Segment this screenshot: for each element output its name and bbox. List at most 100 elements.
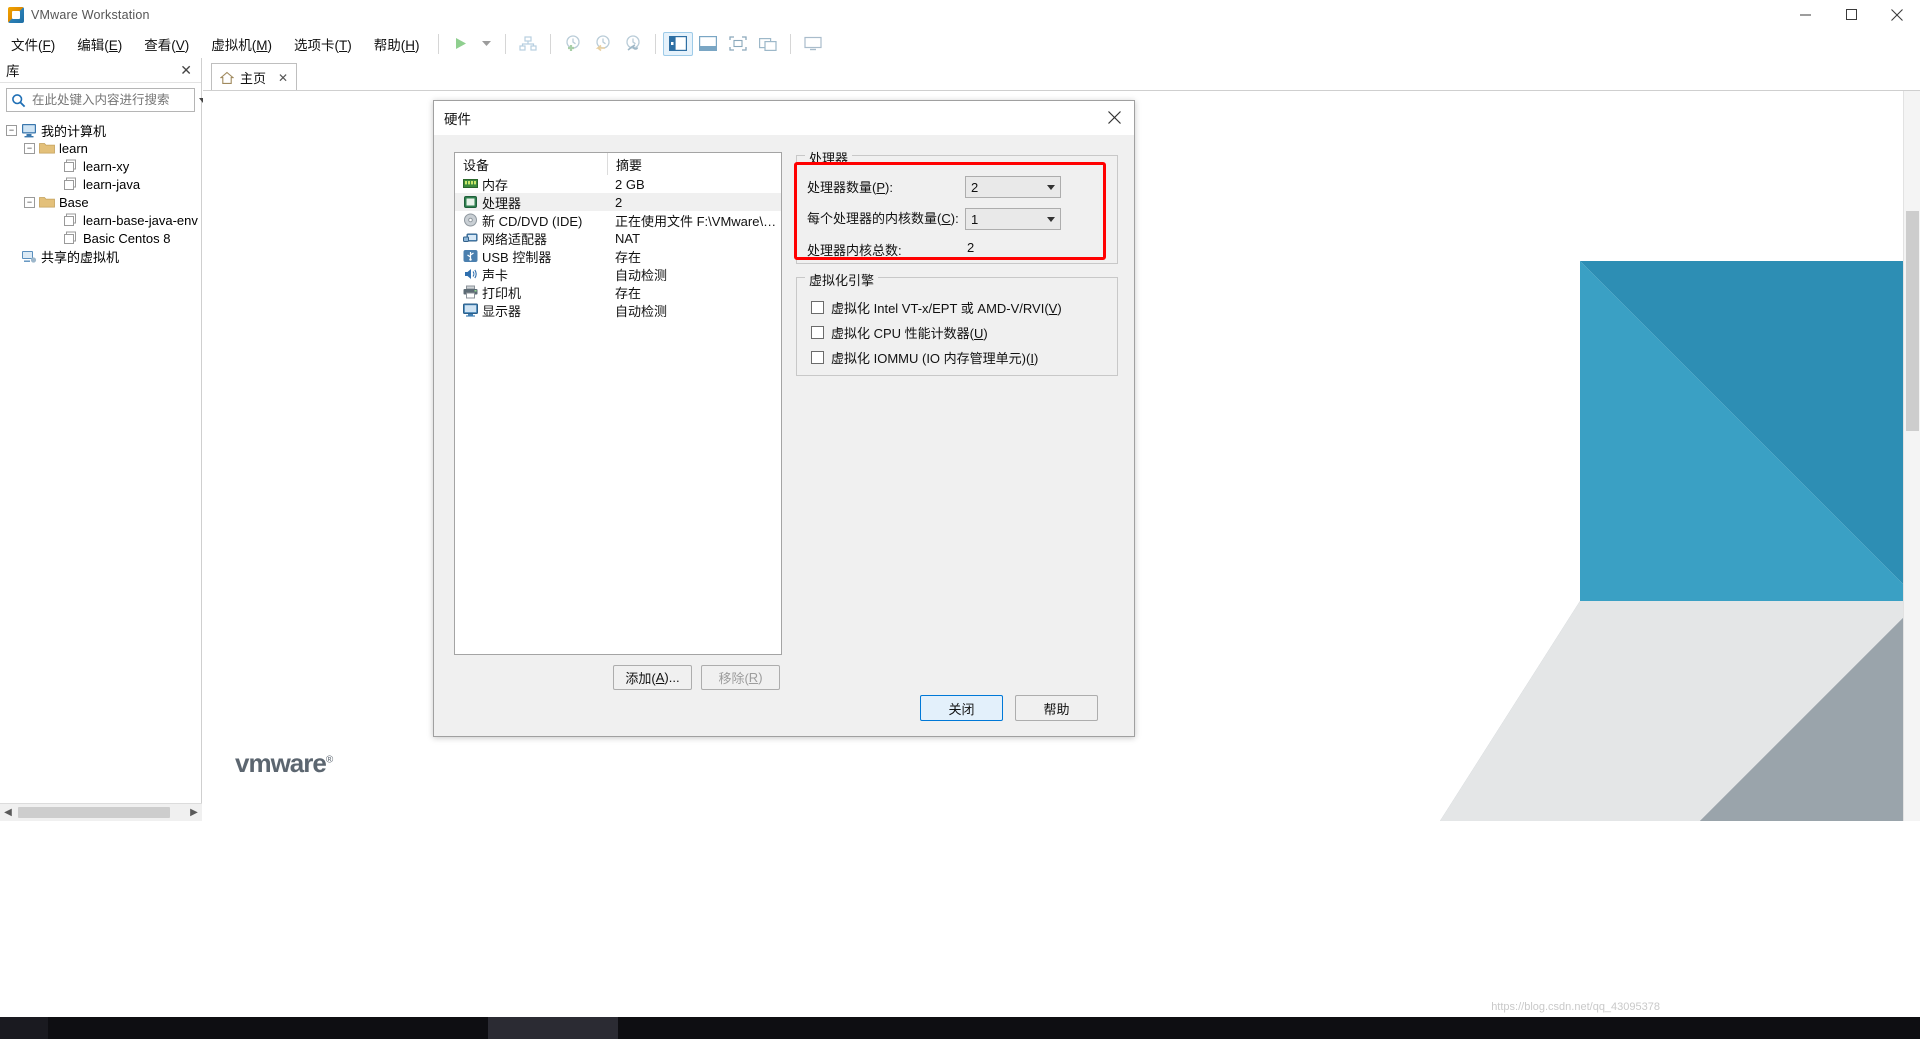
tree-item-shared-vms[interactable]: 共享的虚拟机 [0, 247, 201, 265]
vm-icon [63, 231, 79, 246]
menu-help[interactable]: 帮助(H) [363, 30, 431, 58]
processor-count-label: 处理器数量(P): [807, 177, 893, 196]
menu-tabs[interactable]: 选项卡(T) [283, 30, 363, 58]
folder-icon [39, 141, 55, 156]
menu-vm[interactable]: 虚拟机(M) [200, 30, 283, 58]
library-sidebar: 库 ✕ − 我的计算机 − learn l [0, 58, 207, 821]
close-icon[interactable]: ✕ [278, 71, 288, 85]
close-icon[interactable] [1094, 101, 1134, 135]
taskbar-start-area[interactable] [0, 1017, 48, 1039]
tree-item-learn-xy[interactable]: learn-xy [0, 157, 201, 175]
sidebar-horizontal-scrollbar[interactable]: ◀ ▶ [0, 803, 202, 821]
device-name: 内存 [482, 177, 509, 193]
tree-item-my-computer[interactable]: − 我的计算机 [0, 121, 201, 139]
virtualize-cpu-counters-row[interactable]: 虚拟化 CPU 性能计数器(U) [811, 323, 988, 342]
table-row[interactable]: 内存 2 GB [455, 175, 781, 193]
close-icon[interactable] [1874, 0, 1920, 30]
vmware-logo-text: vmware [235, 748, 327, 778]
cores-per-processor-combobox[interactable]: 1 [965, 208, 1061, 230]
device-name: 处理器 [482, 195, 522, 211]
menu-view[interactable]: 查看(V) [133, 30, 200, 58]
expander-icon[interactable]: − [6, 124, 17, 136]
vm-icon [63, 177, 79, 192]
virtualize-vtx-ept-label: 虚拟化 Intel VT-x/EPT 或 AMD-V/RVI(V) [831, 298, 1062, 317]
chevron-down-icon[interactable] [1042, 209, 1060, 229]
help-button[interactable]: 帮助 [1015, 695, 1098, 721]
tree-item-base-folder[interactable]: − Base [0, 193, 201, 211]
device-name: USB 控制器 [482, 249, 552, 265]
window-title: VMware Workstation [31, 7, 150, 22]
expander-icon[interactable]: − [24, 142, 35, 154]
table-row[interactable]: USB 控制器 存在 [455, 247, 781, 265]
summary-cell: 存在 [615, 285, 642, 301]
processor-count-combobox[interactable]: 2 [965, 176, 1061, 198]
virtualization-group-legend: 虚拟化引擎 [805, 270, 879, 289]
table-row[interactable]: 处理器 2 [455, 193, 781, 211]
menu-edit-accel: E [108, 37, 118, 53]
table-row[interactable]: 显示器 自动检测 [455, 301, 781, 319]
device-cell: USB 控制器 [455, 247, 607, 266]
checkbox-virtualize-iommu[interactable] [811, 351, 824, 364]
tree-item-learn-folder[interactable]: − learn [0, 139, 201, 157]
dialog-title: 硬件 [444, 111, 471, 127]
device-table[interactable]: 设备 摘要 内存 2 GB 处理器 2 新 CD/DVD (IDE) 正在使用文… [454, 152, 782, 655]
processor-count-accel: P [876, 180, 886, 195]
console-view-icon[interactable] [798, 32, 828, 56]
menu-edit[interactable]: 编辑(E) [66, 30, 133, 58]
tree-item-label: Base [59, 194, 89, 210]
processor-group-legend: 处理器 [805, 148, 853, 167]
take-snapshot-icon[interactable] [558, 32, 588, 56]
minimize-icon[interactable] [1782, 0, 1828, 30]
scrollbar-thumb[interactable] [18, 807, 170, 818]
scroll-left-icon[interactable]: ◀ [0, 805, 16, 821]
checkbox-virtualize-vtx-ept[interactable] [811, 301, 824, 314]
revert-snapshot-icon[interactable] [588, 32, 618, 56]
total-cores-label: 处理器内核总数: [807, 243, 902, 258]
manage-snapshots-icon[interactable] [513, 32, 543, 56]
checkbox-virtualize-cpu-counters[interactable] [811, 326, 824, 339]
virtualize-vtx-ept-row[interactable]: 虚拟化 Intel VT-x/EPT 或 AMD-V/RVI(V) [811, 298, 1062, 317]
device-name: 打印机 [482, 285, 522, 301]
taskbar-window-button[interactable] [488, 1017, 618, 1039]
menu-bar: 文件(F) 编辑(E) 查看(V) 虚拟机(M) 选项卡(T) 帮助(H) [0, 30, 1920, 58]
tab-home[interactable]: 主页 ✕ [211, 63, 298, 91]
menu-file[interactable]: 文件(F) [0, 30, 66, 58]
device-cell: 打印机 [455, 283, 607, 302]
scroll-right-icon[interactable]: ▶ [186, 805, 202, 821]
power-on-icon[interactable] [446, 32, 476, 56]
chevron-down-icon[interactable] [1042, 177, 1060, 197]
maximize-icon[interactable] [1828, 0, 1874, 30]
full-screen-icon[interactable] [723, 32, 753, 56]
table-row[interactable]: 新 CD/DVD (IDE) 正在使用文件 F:\VMware\Ce… [455, 211, 781, 229]
snapshot-manager-icon[interactable] [618, 32, 648, 56]
expander-icon[interactable]: − [24, 196, 35, 208]
table-row[interactable]: 声卡 自动检测 [455, 265, 781, 283]
device-cell: 网络适配器 [455, 229, 607, 248]
show-thumbnail-bar-icon[interactable] [693, 32, 723, 56]
table-row[interactable]: 网络适配器 NAT [455, 229, 781, 247]
cores-label-post: ): [950, 211, 959, 226]
device-name: 声卡 [482, 267, 509, 283]
device-name: 显示器 [482, 303, 522, 319]
total-cores-label-row: 处理器内核总数: [807, 240, 902, 259]
tree-item-learn-base-java-env[interactable]: learn-base-java-env [0, 211, 201, 229]
search-input[interactable] [30, 92, 195, 108]
tree-item-basic-centos-8[interactable]: Basic Centos 8 [0, 229, 201, 247]
scrollbar-thumb[interactable] [1906, 211, 1919, 431]
unity-mode-icon[interactable] [753, 32, 783, 56]
show-library-icon[interactable] [662, 31, 693, 56]
tree-item-learn-java[interactable]: learn-java [0, 175, 201, 193]
chevron-down-icon[interactable] [476, 32, 498, 56]
virtualize-cpu-counters-label: 虚拟化 CPU 性能计数器(U) [831, 323, 988, 342]
search-box[interactable] [6, 88, 207, 112]
canvas-vertical-scrollbar[interactable] [1903, 91, 1920, 821]
virtualize-iommu-row[interactable]: 虚拟化 IOMMU (IO 内存管理单元)(I) [811, 348, 1038, 367]
close-icon[interactable]: ✕ [177, 62, 195, 79]
tree-item-label: learn-base-java-env [83, 212, 198, 228]
table-row[interactable]: 打印机 存在 [455, 283, 781, 301]
virtualize-iommu-label: 虚拟化 IOMMU (IO 内存管理单元)(I) [831, 348, 1038, 367]
menu-edit-text: 编辑( [77, 37, 109, 53]
summary-cell: 自动检测 [615, 267, 668, 283]
close-button[interactable]: 关闭 [920, 695, 1003, 721]
cd-dvd-icon [463, 213, 478, 227]
